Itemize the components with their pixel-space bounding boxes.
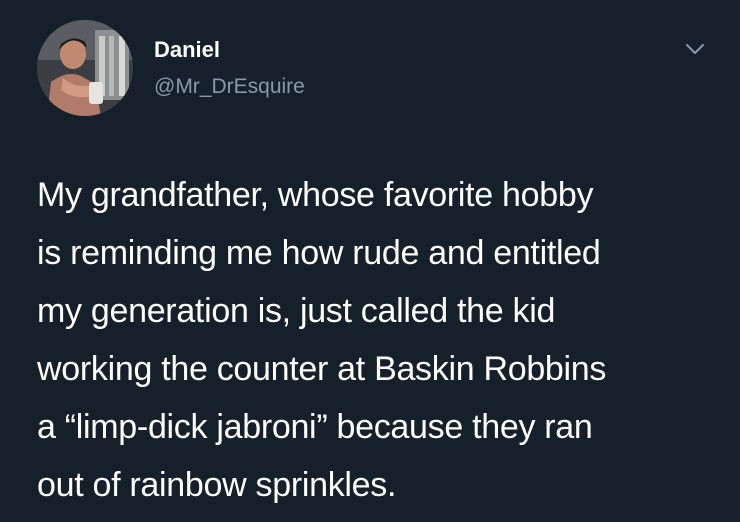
chevron-down-icon[interactable] [683, 41, 707, 57]
tweet-text: My grandfather, whose favorite hobby is … [37, 166, 717, 514]
tweet-text-line: a “limp-dick jabroni” because they ran [37, 408, 593, 446]
tweet-text-line: out of rainbow sprinkles. [37, 466, 397, 504]
tweet-card: Daniel @Mr_DrEsquire My grandfather, who… [0, 0, 740, 522]
avatar[interactable] [37, 20, 133, 116]
tweet-text-line: my generation is, just called the kid [37, 292, 556, 330]
tweet-text-line: is reminding me how rude and entitled [37, 234, 601, 272]
author-handle[interactable]: @Mr_DrEsquire [154, 74, 305, 100]
author-name[interactable]: Daniel [154, 37, 220, 63]
tweet-text-line: My grandfather, whose favorite hobby [37, 176, 594, 214]
avatar-image [37, 20, 133, 116]
tweet-text-line: working the counter at Baskin Robbins [37, 350, 607, 388]
